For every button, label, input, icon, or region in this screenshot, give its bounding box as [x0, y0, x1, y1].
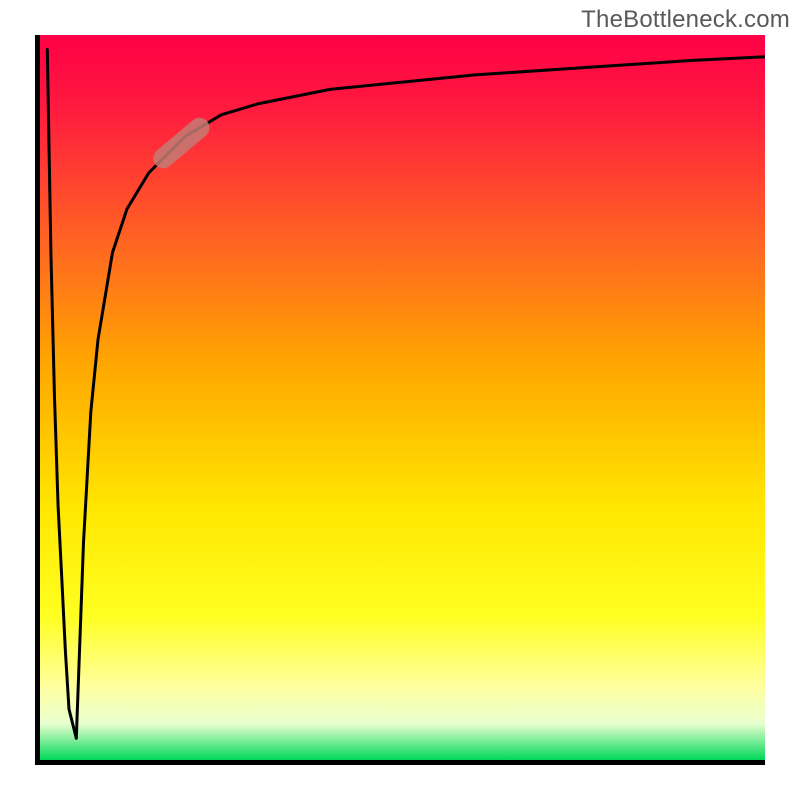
watermark-text: TheBottleneck.com [581, 6, 790, 34]
curve-layer [40, 35, 765, 760]
chart-stage: TheBottleneck.com [0, 0, 800, 800]
highlight-pill [163, 128, 199, 159]
plot-area [35, 35, 765, 765]
